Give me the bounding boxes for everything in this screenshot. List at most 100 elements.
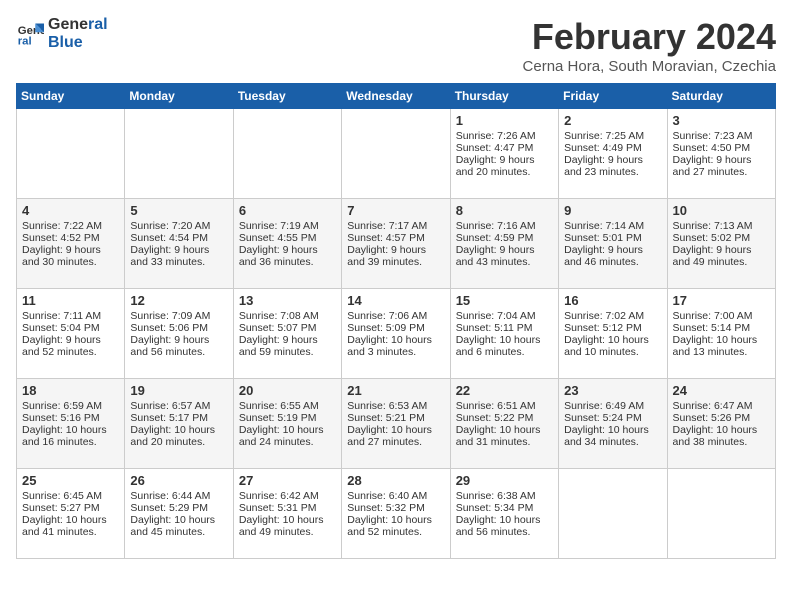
sunset: Sunset: 5:24 PM (564, 412, 661, 424)
daylight: Daylight: 10 hours and 34 minutes. (564, 424, 661, 448)
day-header-friday: Friday (559, 84, 667, 109)
calendar-cell (559, 469, 667, 559)
calendar-cell: 23Sunrise: 6:49 AMSunset: 5:24 PMDayligh… (559, 379, 667, 469)
sunrise: Sunrise: 7:16 AM (456, 220, 553, 232)
day-number: 13 (239, 293, 336, 308)
sunset: Sunset: 4:54 PM (130, 232, 227, 244)
calendar-cell (17, 109, 125, 199)
calendar-cell: 12Sunrise: 7:09 AMSunset: 5:06 PMDayligh… (125, 289, 233, 379)
calendar-cell (667, 469, 775, 559)
logo-icon: Gene ral (16, 20, 44, 48)
day-number: 24 (673, 383, 770, 398)
day-number: 17 (673, 293, 770, 308)
sunrise: Sunrise: 7:14 AM (564, 220, 661, 232)
sunrise: Sunrise: 6:51 AM (456, 400, 553, 412)
sunset: Sunset: 4:57 PM (347, 232, 444, 244)
sunset: Sunset: 5:29 PM (130, 502, 227, 514)
day-header-saturday: Saturday (667, 84, 775, 109)
day-number: 2 (564, 113, 661, 128)
sunrise: Sunrise: 7:06 AM (347, 310, 444, 322)
daylight: Daylight: 9 hours and 49 minutes. (673, 244, 770, 268)
calendar-cell: 14Sunrise: 7:06 AMSunset: 5:09 PMDayligh… (342, 289, 450, 379)
sunrise: Sunrise: 7:04 AM (456, 310, 553, 322)
sunset: Sunset: 5:32 PM (347, 502, 444, 514)
day-number: 4 (22, 203, 119, 218)
day-number: 22 (456, 383, 553, 398)
day-number: 27 (239, 473, 336, 488)
logo: Gene ral General Blue (16, 16, 108, 51)
sunrise: Sunrise: 7:25 AM (564, 130, 661, 142)
calendar-cell: 17Sunrise: 7:00 AMSunset: 5:14 PMDayligh… (667, 289, 775, 379)
day-number: 25 (22, 473, 119, 488)
location-subtitle: Cerna Hora, South Moravian, Czechia (523, 58, 776, 75)
daylight: Daylight: 10 hours and 10 minutes. (564, 334, 661, 358)
day-number: 9 (564, 203, 661, 218)
sunrise: Sunrise: 7:26 AM (456, 130, 553, 142)
sunrise: Sunrise: 7:13 AM (673, 220, 770, 232)
daylight: Daylight: 10 hours and 3 minutes. (347, 334, 444, 358)
daylight: Daylight: 10 hours and 20 minutes. (130, 424, 227, 448)
sunrise: Sunrise: 7:20 AM (130, 220, 227, 232)
week-row-4: 18Sunrise: 6:59 AMSunset: 5:16 PMDayligh… (17, 379, 776, 469)
calendar-cell: 9Sunrise: 7:14 AMSunset: 5:01 PMDaylight… (559, 199, 667, 289)
sunrise: Sunrise: 7:08 AM (239, 310, 336, 322)
day-number: 26 (130, 473, 227, 488)
calendar-cell: 26Sunrise: 6:44 AMSunset: 5:29 PMDayligh… (125, 469, 233, 559)
day-header-thursday: Thursday (450, 84, 558, 109)
calendar-cell (233, 109, 341, 199)
sunset: Sunset: 5:26 PM (673, 412, 770, 424)
sunset: Sunset: 4:59 PM (456, 232, 553, 244)
sunrise: Sunrise: 6:45 AM (22, 490, 119, 502)
calendar-cell: 18Sunrise: 6:59 AMSunset: 5:16 PMDayligh… (17, 379, 125, 469)
calendar-table: SundayMondayTuesdayWednesdayThursdayFrid… (16, 83, 776, 559)
week-row-2: 4Sunrise: 7:22 AMSunset: 4:52 PMDaylight… (17, 199, 776, 289)
day-number: 11 (22, 293, 119, 308)
sunset: Sunset: 5:16 PM (22, 412, 119, 424)
calendar-cell: 15Sunrise: 7:04 AMSunset: 5:11 PMDayligh… (450, 289, 558, 379)
sunrise: Sunrise: 6:47 AM (673, 400, 770, 412)
day-header-wednesday: Wednesday (342, 84, 450, 109)
sunset: Sunset: 5:27 PM (22, 502, 119, 514)
day-number: 14 (347, 293, 444, 308)
sunrise: Sunrise: 7:22 AM (22, 220, 119, 232)
daylight: Daylight: 9 hours and 52 minutes. (22, 334, 119, 358)
title-area: February 2024 Cerna Hora, South Moravian… (523, 16, 776, 75)
daylight: Daylight: 10 hours and 52 minutes. (347, 514, 444, 538)
sunset: Sunset: 5:34 PM (456, 502, 553, 514)
sunrise: Sunrise: 6:53 AM (347, 400, 444, 412)
day-number: 16 (564, 293, 661, 308)
sunset: Sunset: 4:55 PM (239, 232, 336, 244)
sunset: Sunset: 5:11 PM (456, 322, 553, 334)
calendar-cell: 10Sunrise: 7:13 AMSunset: 5:02 PMDayligh… (667, 199, 775, 289)
daylight: Daylight: 10 hours and 41 minutes. (22, 514, 119, 538)
daylight: Daylight: 9 hours and 30 minutes. (22, 244, 119, 268)
calendar-cell: 13Sunrise: 7:08 AMSunset: 5:07 PMDayligh… (233, 289, 341, 379)
sunset: Sunset: 5:06 PM (130, 322, 227, 334)
calendar-cell: 5 Sunrise: 7:20 AMSunset: 4:54 PMDaylight… (125, 199, 233, 289)
daylight: Daylight: 10 hours and 56 minutes. (456, 514, 553, 538)
sunset: Sunset: 5:31 PM (239, 502, 336, 514)
sunset: Sunset: 5:12 PM (564, 322, 661, 334)
header: Gene ral General Blue February 2024 Cern… (16, 16, 776, 75)
day-number: 15 (456, 293, 553, 308)
sunrise: Sunrise: 6:57 AM (130, 400, 227, 412)
daylight: Daylight: 9 hours and 33 minutes. (130, 244, 227, 268)
calendar-header-row: SundayMondayTuesdayWednesdayThursdayFrid… (17, 84, 776, 109)
calendar-cell: 1Sunrise: 7:26 AMSunset: 4:47 PMDaylight… (450, 109, 558, 199)
day-number: 6 (239, 203, 336, 218)
calendar-cell: 16Sunrise: 7:02 AMSunset: 5:12 PMDayligh… (559, 289, 667, 379)
sunrise: Sunrise: 6:49 AM (564, 400, 661, 412)
sunset: Sunset: 4:47 PM (456, 142, 553, 154)
sunrise: Sunrise: 7:11 AM (22, 310, 119, 322)
calendar-cell: 3Sunrise: 7:23 AMSunset: 4:50 PMDaylight… (667, 109, 775, 199)
sunrise: Sunrise: 7:19 AM (239, 220, 336, 232)
sunset: Sunset: 5:21 PM (347, 412, 444, 424)
sunrise: Sunrise: 6:40 AM (347, 490, 444, 502)
day-number: 5 (130, 203, 227, 218)
sunset: Sunset: 4:50 PM (673, 142, 770, 154)
day-header-monday: Monday (125, 84, 233, 109)
calendar-cell: 25 Sunrise: 6:45 AMSunset: 5:27 PMDayligh… (17, 469, 125, 559)
day-number: 20 (239, 383, 336, 398)
sunset: Sunset: 5:17 PM (130, 412, 227, 424)
day-header-sunday: Sunday (17, 84, 125, 109)
